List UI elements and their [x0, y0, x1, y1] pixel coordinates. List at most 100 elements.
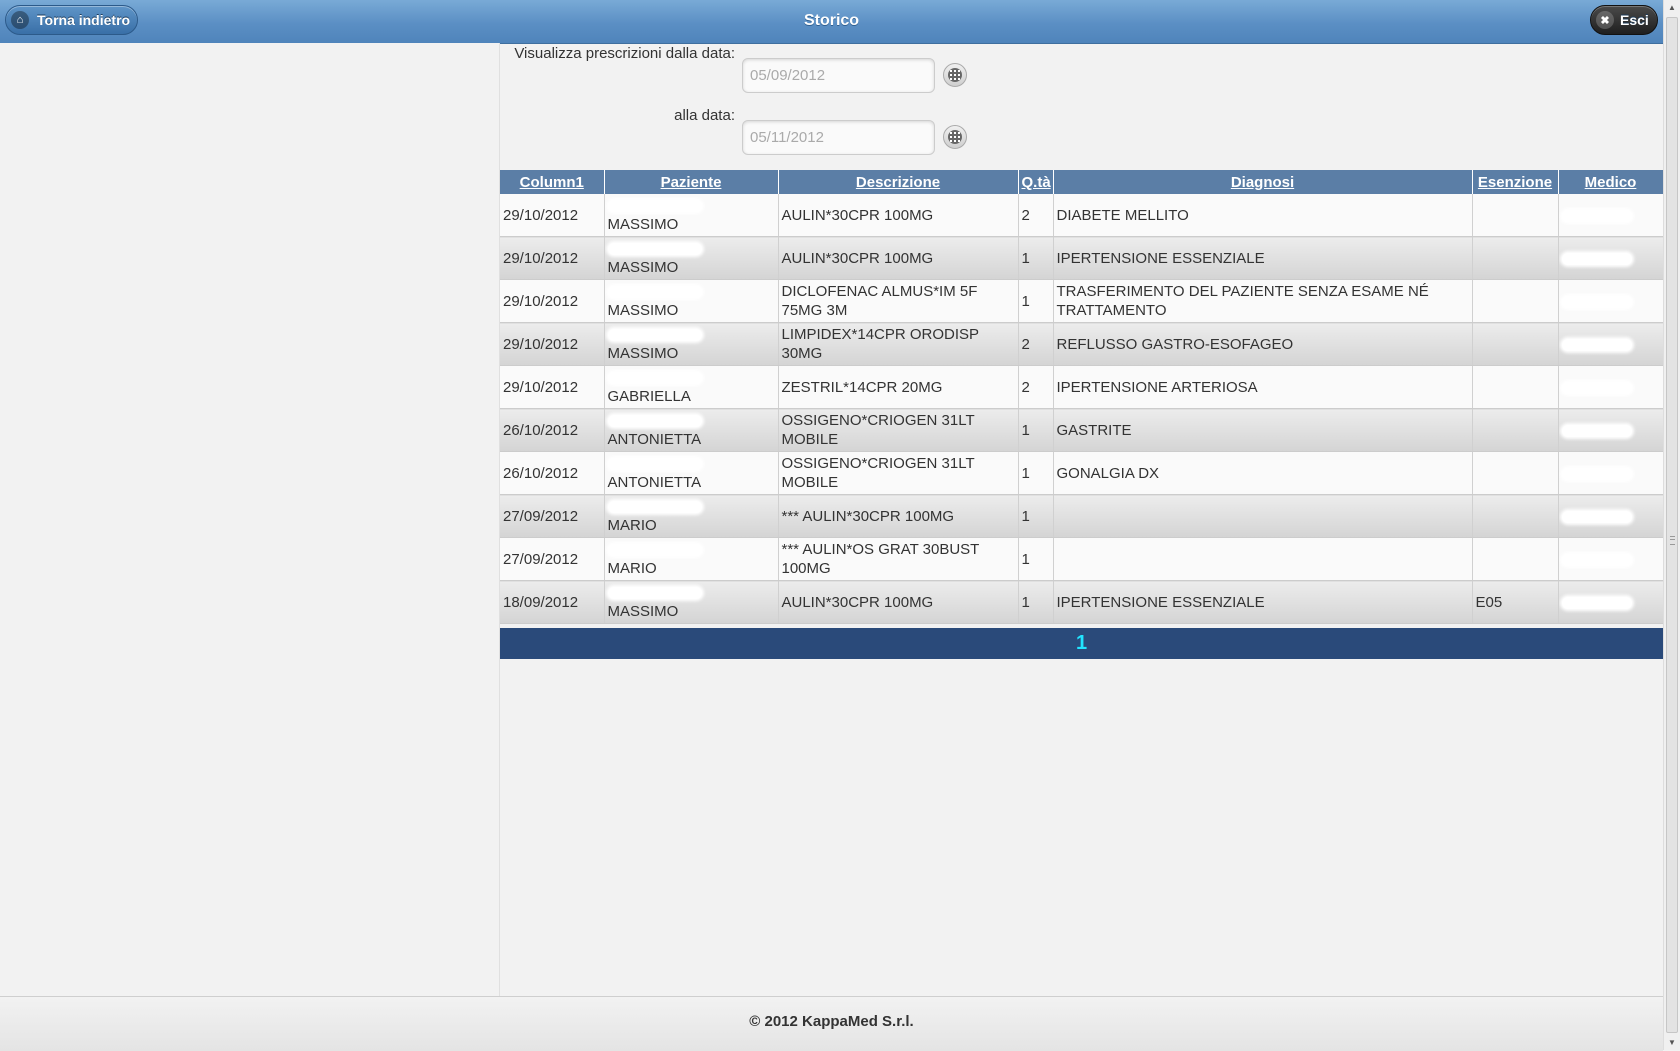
redacted-surname	[607, 329, 702, 342]
cell-quantity: 1	[1018, 451, 1054, 495]
table-body: 29/10/2012 MASSIMO AULIN*30CPR 100MG 2 DIABE…	[500, 194, 1664, 624]
redacted-surname	[607, 286, 702, 299]
cell-diagnosis	[1053, 494, 1473, 538]
cell-diagnosis: IPERTENSIONE ESSENZIALE	[1053, 580, 1473, 624]
column-header-quantita[interactable]: Q.tà	[1018, 170, 1054, 194]
cell-diagnosis: IPERTENSIONE ARTERIOSA	[1053, 365, 1473, 409]
cell-description: AULIN*30CPR 100MG	[778, 236, 1019, 280]
cell-patient: ANTONIETTA	[604, 451, 779, 495]
to-date-input[interactable]	[742, 120, 935, 155]
cell-quantity: 1	[1018, 279, 1054, 323]
cell-quantity: 1	[1018, 494, 1054, 538]
cell-quantity: 2	[1018, 365, 1054, 409]
header-bar: Storico ⌂ Torna indietro ✖ Esci	[0, 0, 1663, 44]
table-row[interactable]: 29/10/2012 MASSIMO LIMPIDEX*14CPR ORODISP …	[500, 322, 1664, 366]
cell-quantity: 2	[1018, 322, 1054, 366]
table-row[interactable]: 18/09/2012 MASSIMO AULIN*30CPR 100MG 1 IPERT…	[500, 580, 1664, 624]
patient-name: MARIO	[607, 560, 657, 577]
cell-exemption	[1472, 279, 1559, 323]
cell-diagnosis: IPERTENSIONE ESSENZIALE	[1053, 236, 1473, 280]
from-date-calendar-button[interactable]	[943, 63, 967, 87]
cell-exemption: E05	[1472, 580, 1559, 624]
redacted-doctor	[1561, 338, 1632, 351]
calendar-icon	[948, 130, 962, 144]
cell-diagnosis: GASTRITE	[1053, 408, 1473, 452]
footer: © 2012 KappaMed S.r.l.	[0, 996, 1663, 1051]
cell-quantity: 1	[1018, 537, 1054, 581]
column-header-descrizione[interactable]: Descrizione	[778, 170, 1019, 194]
patient-name: MASSIMO	[607, 216, 679, 233]
cell-date: 29/10/2012	[500, 322, 605, 366]
cell-quantity: 1	[1018, 236, 1054, 280]
cell-patient: MASSIMO	[604, 580, 779, 624]
table-row[interactable]: 29/10/2012 MASSIMO DICLOFENAC ALMUS*IM 5F …	[500, 279, 1664, 323]
patient-name: ANTONIETTA	[607, 431, 702, 448]
table-row[interactable]: 29/10/2012 MASSIMO AULIN*30CPR 100MG 1 IPERT…	[500, 236, 1664, 280]
column-header-column1[interactable]: Column1	[500, 170, 605, 194]
cell-date: 29/10/2012	[500, 236, 605, 280]
patient-name: GABRIELLA	[607, 388, 691, 405]
home-icon: ⌂	[11, 11, 29, 29]
cell-date: 29/10/2012	[500, 194, 605, 237]
redacted-surname	[607, 243, 702, 256]
cell-patient: GABRIELLA	[604, 365, 779, 409]
left-pane	[0, 43, 500, 996]
patient-name: ANTONIETTA	[607, 474, 702, 491]
to-date-calendar-button[interactable]	[943, 125, 967, 149]
from-date-row: Visualizza prescrizioni dalla data:	[500, 43, 1663, 93]
table-row[interactable]: 27/09/2012 MARIO *** AULIN*30CPR 100MG 1	[500, 494, 1664, 538]
cell-quantity: 1	[1018, 408, 1054, 452]
redacted-doctor	[1561, 467, 1632, 480]
cell-doctor	[1558, 279, 1664, 323]
cell-doctor	[1558, 451, 1664, 495]
cell-date: 27/09/2012	[500, 537, 605, 581]
close-icon: ✖	[1596, 11, 1614, 29]
redacted-doctor	[1561, 596, 1632, 609]
cell-doctor	[1558, 322, 1664, 366]
from-date-input[interactable]	[742, 58, 935, 93]
cell-doctor	[1558, 537, 1664, 581]
table-row[interactable]: 29/10/2012 GABRIELLA ZESTRIL*14CPR 20MG 2 IP…	[500, 365, 1664, 409]
page-link-current[interactable]: 1	[1076, 632, 1087, 654]
scrollbar-thumb[interactable]	[1666, 17, 1678, 1033]
cell-patient: MARIO	[604, 494, 779, 538]
cell-patient: ANTONIETTA	[604, 408, 779, 452]
redacted-surname	[607, 544, 702, 557]
cell-description: DICLOFENAC ALMUS*IM 5F 75MG 3M	[778, 279, 1019, 323]
scroll-up-icon[interactable]: ▲	[1668, 3, 1676, 12]
cell-exemption	[1472, 408, 1559, 452]
patient-name: MASSIMO	[607, 302, 679, 319]
column-header-paziente[interactable]: Paziente	[604, 170, 779, 194]
cell-diagnosis: DIABETE MELLITO	[1053, 194, 1473, 237]
column-header-diagnosi[interactable]: Diagnosi	[1053, 170, 1473, 194]
redacted-surname	[607, 501, 702, 514]
redacted-surname	[607, 372, 702, 385]
redacted-doctor	[1561, 381, 1632, 394]
back-button[interactable]: ⌂ Torna indietro	[5, 5, 138, 35]
column-header-esenzione[interactable]: Esenzione	[1472, 170, 1559, 194]
cell-exemption	[1472, 451, 1559, 495]
table-row[interactable]: 27/09/2012 MARIO *** AULIN*OS GRAT 30BUST …	[500, 537, 1664, 581]
scroll-down-icon[interactable]: ▼	[1668, 1038, 1676, 1047]
vertical-scrollbar[interactable]: ▲ ▼	[1663, 0, 1680, 1050]
table-row[interactable]: 26/10/2012 ANTONIETTA OSSIGENO*CRIOGEN 31L…	[500, 408, 1664, 452]
table-row[interactable]: 29/10/2012 MASSIMO AULIN*30CPR 100MG 2 DIABE…	[500, 194, 1664, 237]
cell-description: AULIN*30CPR 100MG	[778, 194, 1019, 237]
cell-exemption	[1472, 236, 1559, 280]
cell-diagnosis: GONALGIA DX	[1053, 451, 1473, 495]
exit-button[interactable]: ✖ Esci	[1590, 5, 1658, 35]
cell-diagnosis: REFLUSSO GASTRO-ESOFAGEO	[1053, 322, 1473, 366]
patient-name: MASSIMO	[607, 603, 679, 620]
table-row[interactable]: 26/10/2012 ANTONIETTA OSSIGENO*CRIOGEN 31L…	[500, 451, 1664, 495]
cell-diagnosis	[1053, 537, 1473, 581]
cell-description: AULIN*30CPR 100MG	[778, 580, 1019, 624]
cell-doctor	[1558, 580, 1664, 624]
cell-patient: MARIO	[604, 537, 779, 581]
redacted-doctor	[1561, 252, 1632, 265]
cell-date: 29/10/2012	[500, 365, 605, 409]
cell-description: *** AULIN*30CPR 100MG	[778, 494, 1019, 538]
cell-date: 26/10/2012	[500, 451, 605, 495]
column-header-medico[interactable]: Medico	[1558, 170, 1664, 194]
redacted-doctor	[1561, 424, 1632, 437]
cell-date: 29/10/2012	[500, 279, 605, 323]
